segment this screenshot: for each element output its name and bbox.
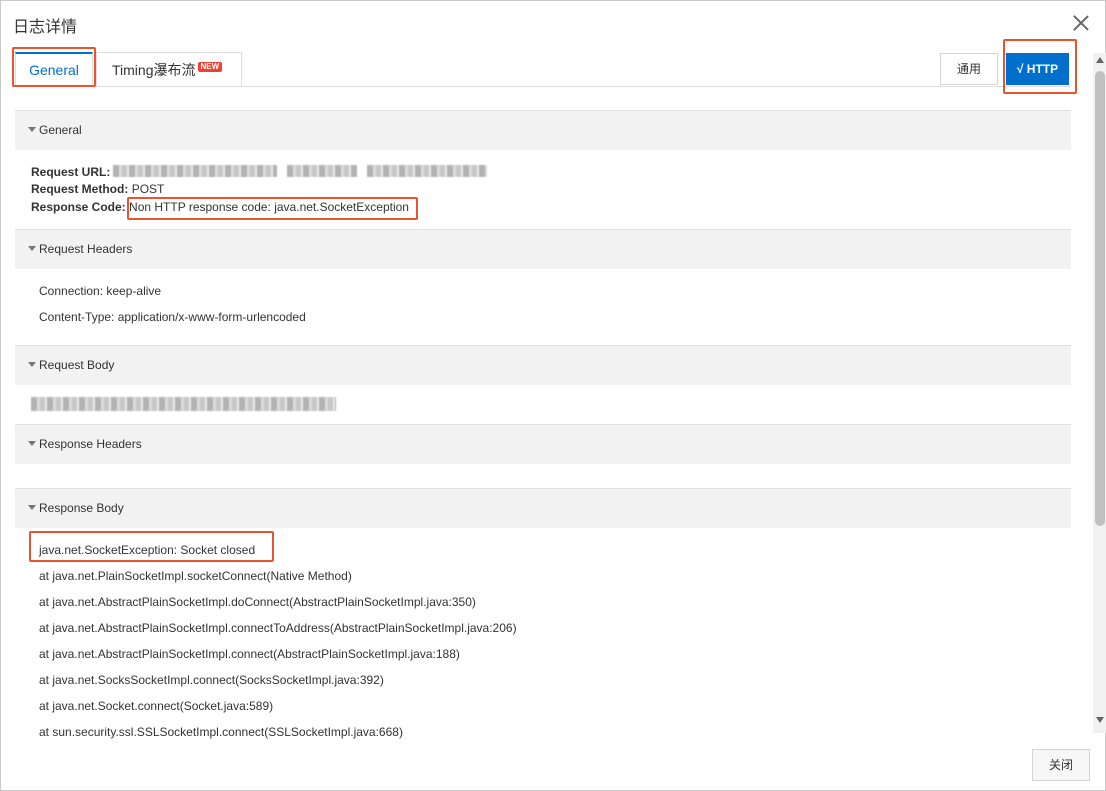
redacted-url-part-1 <box>113 165 277 177</box>
request-header-line: Content-Type: application/x-www-form-url… <box>39 310 306 324</box>
tab-timing-label: Timing瀑布流 <box>112 62 196 78</box>
section-request-body-header[interactable]: Request Body <box>15 345 1071 385</box>
http-mode-button[interactable]: √ HTTP <box>1006 53 1069 85</box>
request-url-label: Request URL: <box>31 165 111 179</box>
close-button[interactable]: 关闭 <box>1032 749 1090 781</box>
response-body-line: at java.net.AbstractPlainSocketImpl.conn… <box>39 647 460 661</box>
redacted-request-body <box>31 397 336 411</box>
section-response-body-header[interactable]: Response Body <box>15 488 1071 528</box>
scrollbar-thumb[interactable] <box>1095 71 1105 526</box>
section-response-headers-header[interactable]: Response Headers <box>15 424 1071 464</box>
redacted-url-part-2 <box>287 165 357 177</box>
section-request-headers-title: Request Headers <box>39 242 133 256</box>
section-general-header[interactable]: General <box>15 110 1071 150</box>
scroll-down-icon[interactable] <box>1096 717 1104 723</box>
response-body-line: java.net.SocketException: Socket closed <box>39 543 256 557</box>
collapse-triangle-icon <box>28 441 36 446</box>
collapse-triangle-icon <box>28 246 36 251</box>
request-method-value: POST <box>131 182 165 196</box>
section-response-body-title: Response Body <box>39 501 124 515</box>
general-mode-button[interactable]: 通用 <box>940 53 998 85</box>
collapse-triangle-icon <box>28 127 36 132</box>
request-method-row: Request Method: POST <box>31 182 164 196</box>
tab-general[interactable]: General <box>15 52 93 86</box>
response-body-line: at java.net.SocksSocketImpl.connect(Sock… <box>39 673 384 687</box>
response-body-line: at java.net.PlainSocketImpl.socketConnec… <box>39 569 352 583</box>
request-header-line: Connection: keep-alive <box>39 284 162 298</box>
response-body-line: at java.net.Socket.connect(Socket.java:5… <box>39 699 274 713</box>
log-detail-dialog: 日志详情 General Timing瀑布流 NEW 通用 √ HTTP Gene… <box>0 0 1106 791</box>
section-general-title: General <box>39 123 82 137</box>
response-body-line: at java.net.AbstractPlainSocketImpl.conn… <box>39 621 517 635</box>
response-code-row: Response Code: Non HTTP response code: j… <box>31 200 409 214</box>
request-url-row: Request URL: <box>31 165 110 179</box>
collapse-triangle-icon <box>28 505 36 510</box>
dialog-title: 日志详情 <box>13 19 78 36</box>
redacted-url-part-3 <box>367 165 487 177</box>
response-code-label: Response Code: <box>31 200 126 214</box>
collapse-triangle-icon <box>28 362 36 367</box>
tab-timing-waterfall[interactable]: Timing瀑布流 NEW <box>96 52 242 86</box>
tabs-divider <box>15 86 1071 87</box>
section-request-body-title: Request Body <box>39 358 115 372</box>
scroll-up-icon[interactable] <box>1096 57 1104 63</box>
new-badge: NEW <box>197 62 223 72</box>
response-body-line: at sun.security.ssl.SSLSocketImpl.connec… <box>39 725 403 739</box>
request-method-label: Request Method: <box>31 182 129 196</box>
section-request-headers-header[interactable]: Request Headers <box>15 229 1071 269</box>
close-icon[interactable] <box>1071 13 1091 33</box>
section-response-headers-title: Response Headers <box>39 437 142 451</box>
response-body-line: at java.net.AbstractPlainSocketImpl.doCo… <box>39 595 476 609</box>
response-code-value: Non HTTP response code: java.net.SocketE… <box>129 200 409 214</box>
